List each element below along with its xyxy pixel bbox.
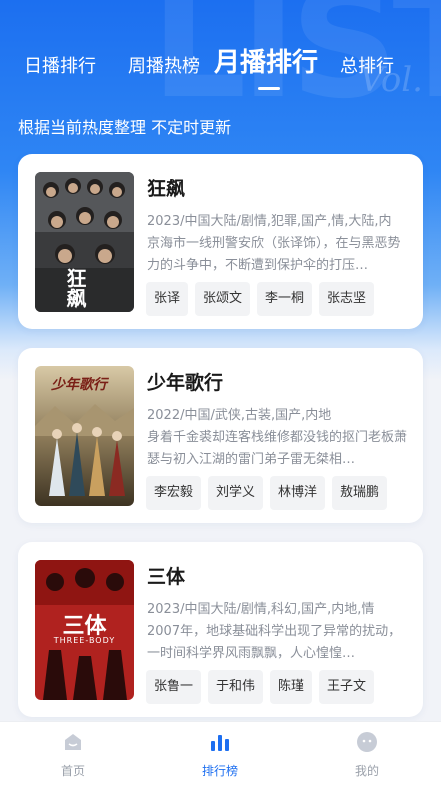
- show-meta: 2023/中国大陆/剧情,科幻,国产,内地,情: [147, 602, 375, 617]
- ranking-tabs: 日播排行 周播热榜 月播排行 总排行: [0, 42, 441, 92]
- show-description: 2007年，地球基础科学出现了异常的扰动，一时间科学界风雨飘飘，人心惶惶…: [147, 624, 402, 661]
- poster-image[interactable]: 三体 THREE-BODY: [35, 560, 134, 700]
- nav-profile[interactable]: 我的: [317, 722, 417, 785]
- profile-icon: [357, 732, 377, 752]
- cast-chip[interactable]: 李一桐: [257, 282, 313, 316]
- cast-chip[interactable]: 张译: [146, 282, 189, 316]
- cast-list: 李宏毅 刘学义 林博洋 敖瑞鹏: [146, 476, 388, 510]
- show-title[interactable]: 三体: [147, 562, 185, 589]
- tab-daily[interactable]: 日播排行: [24, 52, 96, 78]
- cast-chip[interactable]: 张颂文: [195, 282, 251, 316]
- show-meta: 2022/中国/武侠,古装,国产,内地: [147, 408, 332, 423]
- cast-chip[interactable]: 王子文: [319, 670, 375, 704]
- page-subtitle: 根据当前热度整理 不定时更新: [18, 118, 232, 137]
- tab-active-indicator: [258, 87, 280, 90]
- poster-title-text: 狂飙: [63, 268, 87, 308]
- tab-monthly[interactable]: 月播排行: [214, 42, 318, 79]
- show-title[interactable]: 少年歌行: [147, 368, 223, 395]
- chart-icon: [211, 735, 229, 751]
- poster-subtitle-text: THREE-BODY: [53, 636, 116, 645]
- poster-image[interactable]: 狂飙: [35, 172, 134, 312]
- poster-image[interactable]: 少年歌行: [35, 366, 134, 506]
- show-card[interactable]: 三体 THREE-BODY 三体 2023/中国大陆/剧情,科幻,国产,内地,情…: [18, 542, 423, 717]
- home-icon: [65, 734, 81, 750]
- show-meta: 2023/中国大陆/剧情,犯罪,国产,情,大陆,内: [147, 214, 392, 229]
- nav-home[interactable]: 首页: [23, 722, 123, 785]
- cast-chip[interactable]: 林博洋: [270, 476, 326, 510]
- bottom-nav: 首页 排行榜 我的: [0, 721, 441, 785]
- nav-ranking[interactable]: 排行榜: [170, 722, 270, 785]
- cast-chip[interactable]: 于和伟: [208, 670, 264, 704]
- cast-list: 张译 张颂文 李一桐 张志坚: [146, 282, 375, 316]
- show-description: 京海市一线刑警安欣（张译饰），在与黑恶势力的斗争中，不断遭到保护伞的打压…: [147, 236, 401, 273]
- show-card[interactable]: 狂飙 狂飙 2023/中国大陆/剧情,犯罪,国产,情,大陆,内 京海市一线刑警安…: [18, 154, 423, 329]
- show-card[interactable]: 少年歌行 少年歌行 2022/中国/武侠,古装,国产,内地 身着千金裘却连客栈维…: [18, 348, 423, 523]
- show-description: 身着千金裘却连客栈维修都没钱的抠门老板萧瑟与初入江湖的雷门弟子雷无桀相…: [147, 430, 408, 467]
- cast-chip[interactable]: 张志坚: [319, 282, 375, 316]
- nav-profile-label: 我的: [354, 764, 379, 778]
- cast-chip[interactable]: 张鲁一: [146, 670, 202, 704]
- nav-ranking-label: 排行榜: [201, 764, 238, 778]
- show-title[interactable]: 狂飙: [147, 174, 185, 201]
- poster-title-text: 少年歌行: [51, 377, 107, 393]
- tab-weekly[interactable]: 周播热榜: [128, 52, 200, 78]
- cast-list: 张鲁一 于和伟 陈瑾 王子文: [146, 670, 375, 704]
- cast-chip[interactable]: 刘学义: [208, 476, 264, 510]
- cast-chip[interactable]: 敖瑞鹏: [332, 476, 388, 510]
- cast-chip[interactable]: 陈瑾: [270, 670, 313, 704]
- cast-chip[interactable]: 李宏毅: [146, 476, 202, 510]
- nav-home-label: 首页: [60, 764, 85, 778]
- tab-overall[interactable]: 总排行: [340, 52, 394, 78]
